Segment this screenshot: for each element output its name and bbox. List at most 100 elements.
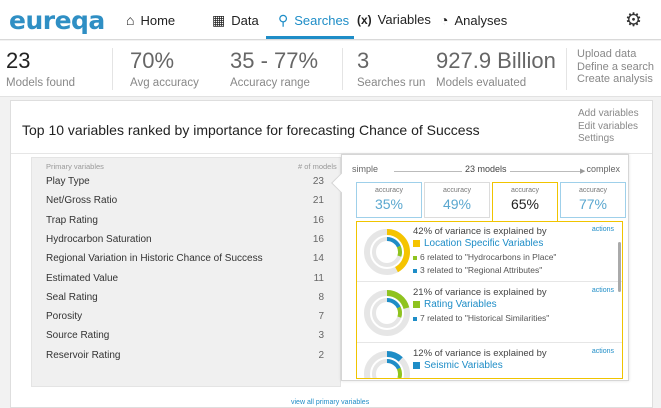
primary-variables-list: Primary variables # of models Play Type 2… — [31, 157, 341, 387]
variable-group-link[interactable]: Location Specific Variables — [413, 238, 556, 249]
scale-simple: simple — [352, 164, 379, 174]
variable-name: Porosity — [46, 311, 83, 323]
card-links: Add variables Edit variables Settings — [578, 108, 639, 146]
accuracy-value: 65% — [510, 196, 540, 212]
model-detail: 6 related to "Hydrocarbons in Place" — [413, 252, 556, 262]
variable-model-count: 7 — [318, 311, 324, 323]
accuracy-tab-4[interactable]: accuracy 77% — [560, 182, 626, 218]
variance-donut-chart — [364, 351, 410, 378]
create-analysis-link[interactable]: Create analysis — [577, 73, 654, 86]
app-logo[interactable]: eureqa — [9, 6, 105, 35]
divider — [566, 48, 567, 90]
scrollbar[interactable] — [618, 242, 621, 292]
variables-card: Top 10 variables ranked by importance fo… — [10, 100, 653, 408]
actions-link[interactable]: actions — [592, 287, 614, 294]
add-variables-link[interactable]: Add variables — [578, 108, 639, 121]
variable-name: Play Type — [46, 176, 90, 187]
nav-searches[interactable]: ⚲ Searches — [278, 12, 349, 29]
define-search-link[interactable]: Define a search — [577, 61, 654, 74]
list-item[interactable]: Estimated Value 11 — [46, 273, 330, 291]
nav-analyses-label: Analyses — [454, 12, 508, 28]
analyses-pie-icon: ◔ — [440, 12, 449, 28]
variable-model-count: 21 — [312, 195, 324, 207]
stat-value: 927.9 Billion — [436, 48, 556, 73]
model-item[interactable]: 42% of variance is explained by Location … — [357, 222, 622, 282]
variable-model-count: 14 — [312, 253, 324, 265]
top-nav: eureqa ⌂ Home ▦ Data ⚲ Searches (x) Vari… — [0, 0, 661, 40]
scale-model-count: 23 models — [462, 164, 510, 174]
stat-models-evaluated: 927.9 Billion Models evaluated — [436, 47, 556, 89]
nav-data-label: Data — [231, 13, 259, 28]
nav-data[interactable]: ▦ Data — [212, 12, 259, 29]
upload-data-link[interactable]: Upload data — [577, 48, 654, 61]
nav-analyses[interactable]: ◔ Analyses — [440, 12, 507, 28]
accuracy-tab-3[interactable]: accuracy 65% — [492, 182, 558, 221]
accuracy-value: 35% — [374, 196, 404, 212]
variance-text: 21% of variance is explained by — [413, 287, 547, 298]
accuracy-label: accuracy — [374, 187, 403, 194]
list-item[interactable]: Net/Gross Ratio 21 — [46, 195, 330, 213]
list-item[interactable]: Hydrocarbon Saturation 16 — [46, 234, 330, 252]
active-tab-indicator — [266, 36, 354, 39]
stat-accuracy-range: 35 - 77% Accuracy range — [230, 47, 318, 89]
variable-model-count: 16 — [312, 233, 324, 245]
accuracy-value: 77% — [578, 196, 608, 212]
searches-icon: ⚲ — [278, 12, 289, 28]
list-item[interactable]: Seal Rating 8 — [46, 292, 330, 310]
stat-label: Searches run — [357, 77, 426, 89]
edit-variables-link[interactable]: Edit variables — [578, 121, 639, 134]
view-all-variables-link[interactable]: view all primary variables — [291, 399, 369, 406]
variable-group-link[interactable]: Seismic Variables — [413, 360, 547, 371]
stats-band: 23 Models found 70% Avg accuracy 35 - 77… — [0, 41, 661, 97]
variable-model-count: 2 — [318, 349, 324, 361]
list-item[interactable]: Source Rating 3 — [46, 330, 330, 348]
group-name: Seismic Variables — [424, 360, 503, 371]
list-item[interactable]: Trap Rating 16 — [46, 215, 330, 233]
model-item[interactable]: 12% of variance is explained by Seismic V… — [357, 344, 622, 378]
variance-text: 42% of variance is explained by — [413, 226, 547, 237]
model-detail: 7 related to "Historical Similarities" — [413, 313, 549, 323]
nav-variables[interactable]: (x) Variables — [357, 12, 431, 27]
variable-group-link[interactable]: Rating Variables — [413, 299, 549, 310]
settings-link[interactable]: Settings — [578, 133, 639, 146]
variable-model-count: 23 — [312, 176, 324, 187]
variable-name: Estimated Value — [46, 272, 119, 284]
accuracy-tab-1[interactable]: accuracy 35% — [356, 182, 422, 218]
variable-name: Net/Gross Ratio — [46, 195, 118, 207]
variance-donut-chart — [364, 290, 410, 336]
model-list: 42% of variance is explained by Location … — [356, 221, 623, 379]
stat-label: Avg accuracy — [130, 77, 199, 89]
models-panel: ▶ simple 23 models complex accuracy 35% … — [331, 154, 629, 381]
variable-name: Reservoir Rating — [46, 349, 121, 361]
model-detail: 3 related to "Regional Attributes" — [413, 265, 556, 275]
detail-color-swatch — [413, 255, 417, 260]
actions-link[interactable]: actions — [592, 226, 614, 233]
variable-name: Trap Rating — [46, 214, 98, 226]
list-item[interactable]: Play Type 23 — [46, 176, 330, 194]
variables-icon: (x) — [357, 12, 372, 27]
actions-link[interactable]: actions — [592, 348, 614, 355]
accuracy-label: accuracy — [578, 187, 607, 194]
nav-variables-label: Variables — [377, 12, 431, 27]
variance-text: 12% of variance is explained by — [413, 348, 547, 359]
divider — [342, 48, 343, 90]
list-header-models: # of models — [298, 162, 337, 171]
stat-searches-run: 3 Searches run — [357, 47, 425, 89]
model-item[interactable]: 21% of variance is explained by Rating Va… — [357, 283, 622, 343]
variable-name: Regional Variation in Historic Chance of… — [46, 253, 263, 265]
detail-text: 7 related to "Historical Similarities" — [420, 313, 550, 323]
detail-color-swatch — [413, 316, 417, 321]
variable-name: Source Rating — [46, 330, 110, 342]
accuracy-tab-2[interactable]: accuracy 49% — [424, 182, 490, 218]
variable-model-count: 16 — [312, 214, 324, 226]
list-item[interactable]: Regional Variation in Historic Chance of… — [46, 253, 330, 271]
nav-searches-label: Searches — [294, 13, 350, 28]
list-item[interactable]: Reservoir Rating 2 — [46, 350, 330, 368]
stat-label: Models found — [6, 77, 76, 89]
detail-text: 6 related to "Hydrocarbons in Place" — [420, 252, 557, 262]
accuracy-label: accuracy — [510, 187, 539, 194]
gear-icon[interactable]: ⚙ — [625, 9, 642, 32]
group-name: Location Specific Variables — [424, 238, 544, 249]
nav-home[interactable]: ⌂ Home — [126, 12, 175, 28]
list-item[interactable]: Porosity 7 — [46, 311, 330, 329]
